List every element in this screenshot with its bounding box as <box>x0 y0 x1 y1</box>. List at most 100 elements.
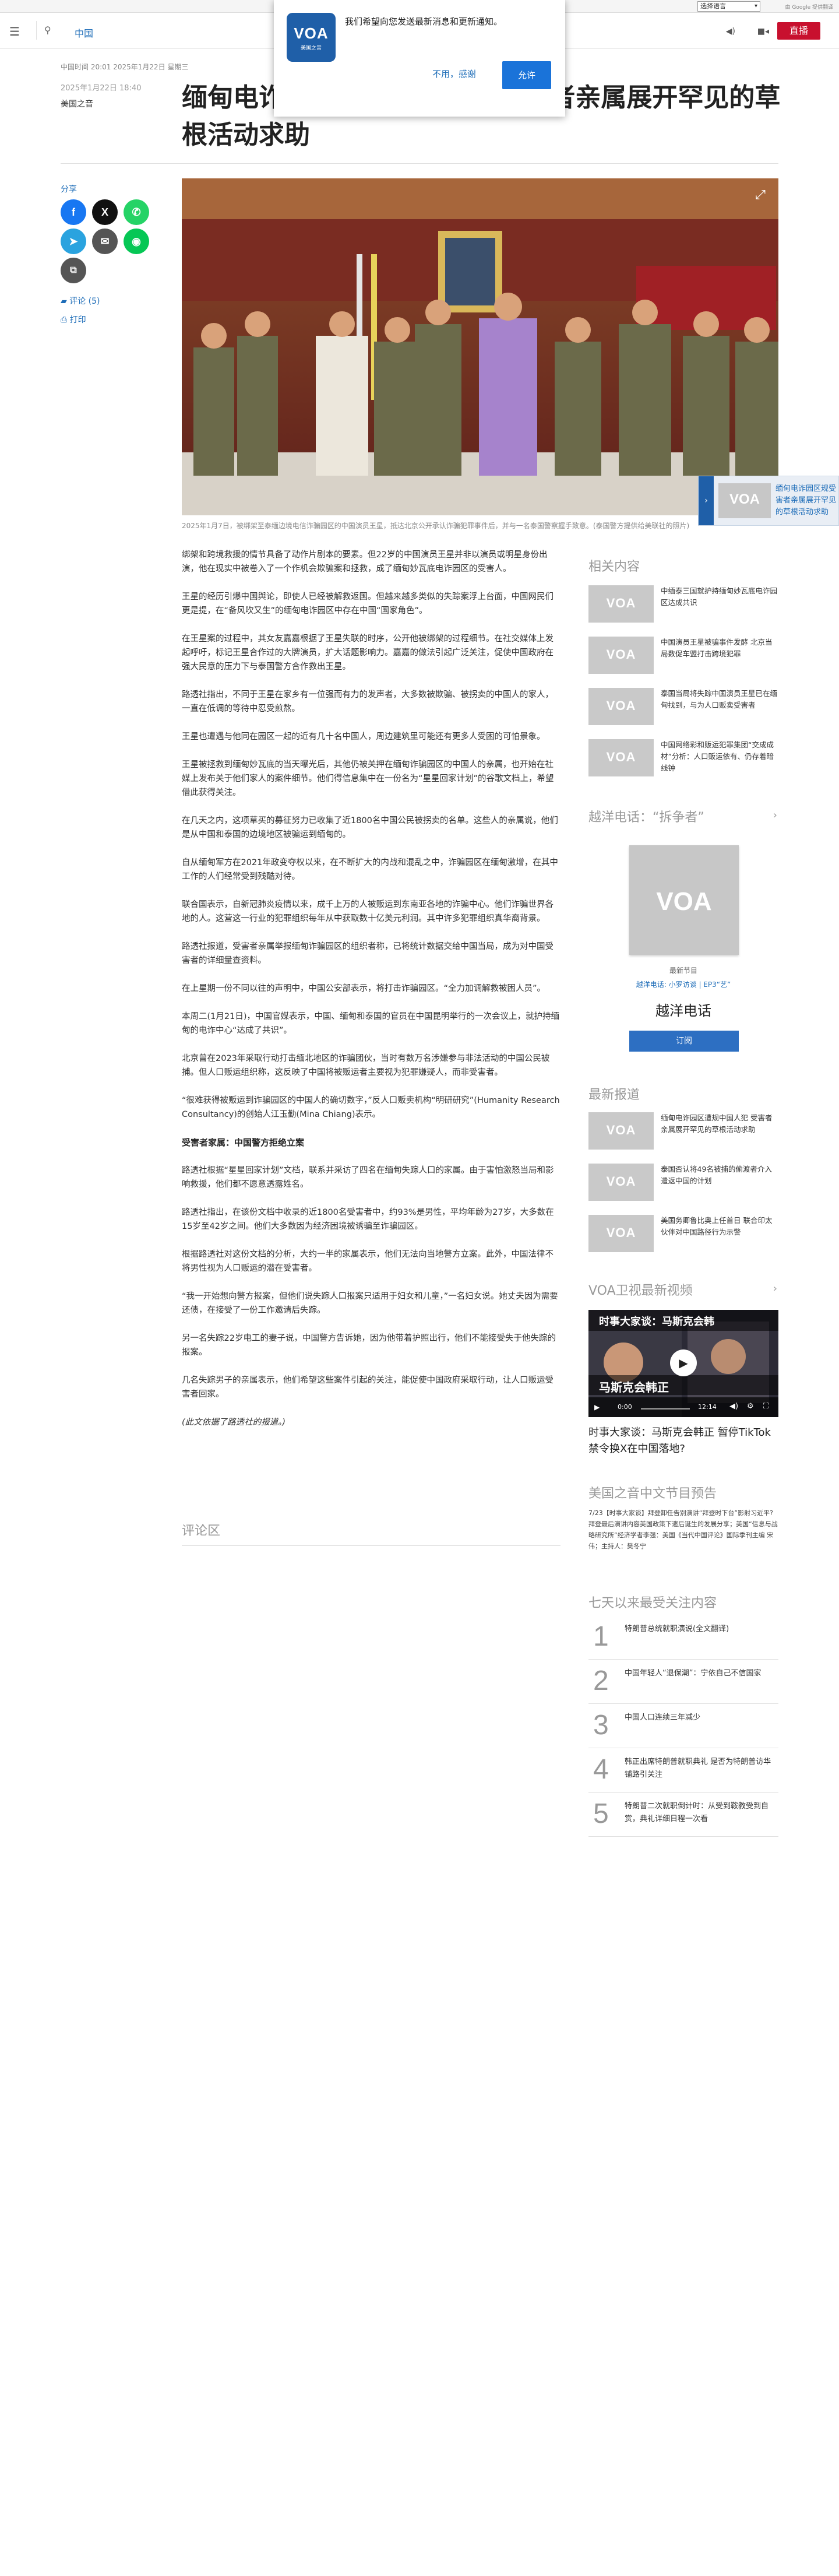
latest-item-title[interactable]: 缅甸电诈园区遭规中国人犯 受害者亲属展开罕见的草根活动求助 <box>661 1112 777 1136</box>
telegram-share-icon[interactable]: ➤ <box>61 229 86 254</box>
decline-button[interactable]: 不用，感谢 <box>432 68 476 80</box>
latest-thumbnail: VOA <box>588 1215 654 1252</box>
thumbnail-logo: VOA <box>606 750 636 764</box>
podcast-section-title[interactable]: 越洋电话：“拆争者” › <box>588 807 778 825</box>
related-item[interactable]: VOA 中国演员王星被骗事件发酵 北京当局数促车盟打击跨境犯罪 <box>588 637 778 679</box>
most-read-item[interactable]: 3 中国人口连续三年减少 <box>588 1709 778 1751</box>
related-item[interactable]: VOA 泰国当局将失踪中国演员王星已在缅甸找到，与为人口贩卖受害者 <box>588 688 778 730</box>
chevron-right-icon: › <box>773 1282 777 1295</box>
volume-icon[interactable]: ◀) <box>729 1402 738 1411</box>
language-select[interactable]: 选择语言 <box>697 1 760 12</box>
print-icon: ⎙ <box>61 315 70 325</box>
floating-title[interactable]: 缅甸电诈园区规受害者亲属展开罕见的草根活动求助 <box>775 483 838 518</box>
most-read-title-link[interactable]: 中国年轻人“退保潮”：宁依自己不信国家 <box>625 1667 778 1680</box>
related-thumbnail: VOA <box>588 585 654 623</box>
most-read-divider <box>588 1703 778 1704</box>
video-section-label: VOA卫视最新视频 <box>588 1284 693 1298</box>
podcast-cover[interactable]: VOA <box>629 845 739 955</box>
article-paragraph: 绑架和跨境救援的情节具备了动作片剧本的要素。但22岁的中国演员王星并非以演员或明… <box>182 550 548 574</box>
player-play-icon[interactable]: ▶ <box>594 1403 600 1411</box>
most-read-rank: 1 <box>593 1621 609 1652</box>
video-overlay-caption: 马斯克会韩正 <box>599 1380 669 1394</box>
preview-text: 7/23【时事大家谈】拜登卸任告别演讲“拜登时下台”影射习近平? 拜登最后演讲内… <box>588 1509 778 1550</box>
settings-icon[interactable]: ⚙ <box>747 1402 754 1411</box>
podcast-cover-logo: VOA <box>656 887 712 916</box>
article-paragraph: 王星也遭遇与他同在园区一起的近有几十名中国人，周边建筑里可能还有更多人受困的可怕… <box>182 732 545 741</box>
photo-caption: 2025年1月7日，被绑架至泰缅边境电信诈骗园区的中国演员王星，抵达北京公开承认… <box>182 522 690 530</box>
most-read-item[interactable]: 4 韩正出席特朗普就职典礼 是否为特朗普访华铺路引关注 <box>588 1753 778 1795</box>
comments-area-title: 评论区 <box>182 1520 560 1546</box>
audio-icon[interactable]: ◀) <box>726 27 735 36</box>
line-share-icon[interactable]: ◉ <box>124 229 149 254</box>
most-read-title-link[interactable]: 中国人口连续三年减少 <box>625 1712 778 1724</box>
thumbnail-logo: VOA <box>606 698 636 713</box>
article-paragraph: 根据路透社对这份文档的分析，大约一半的家属表示，他们无法向当地警方立案。此外，中… <box>182 1250 554 1273</box>
latest-item[interactable]: VOA 美国务卿鲁比奥上任首日 联合印太伙伴对中国路径行为示警 <box>588 1215 778 1257</box>
article-paragraph: 在王星案的过程中，其女友嘉嘉根据了王星失联的时序，公开他被绑架的过程细节。在社交… <box>182 634 554 672</box>
latest-item[interactable]: VOA 泰国否认将49名被捕的偷渡者介入遣返中国的计划 <box>588 1164 778 1206</box>
video-section-title[interactable]: VOA卫视最新视频 › <box>588 1280 778 1299</box>
facebook-share-icon[interactable]: f <box>61 199 86 225</box>
print-link[interactable]: ⎙ 打印 <box>61 314 86 325</box>
latest-item[interactable]: VOA 缅甸电诈园区遭规中国人犯 受害者亲属展开罕见的草根活动求助 <box>588 1112 778 1154</box>
podcast-episode[interactable]: 越洋电话: 小罗访谈 | EP3“艺” <box>588 979 778 989</box>
video-player[interactable]: 时事大家谈：马斯克会韩 马斯克会韩正 ▶ ▶ 0:00 12:14 ◀) ⚙ ⛶ <box>588 1310 778 1417</box>
logo-subtext: 美国之音 <box>300 45 322 51</box>
video-progress-track[interactable] <box>641 1408 690 1410</box>
article-source-note: (此文依据了路透社的报道。) <box>182 1418 286 1427</box>
comments-link[interactable]: ▰ 评论 (5) <box>61 295 100 307</box>
video-icon[interactable]: ■◂ <box>757 27 769 36</box>
article-paragraph: 北京曾在2023年采取行动打击缅北地区的诈骗团伙，当时有数万名涉嫌参与非法活动的… <box>182 1054 550 1077</box>
expand-icon[interactable]: ⤢ <box>752 188 769 205</box>
email-share-icon[interactable]: ✉ <box>92 229 118 254</box>
video-headline[interactable]: 时事大家谈：马斯克会韩正 暂停TikTok禁令换X在中国落地? <box>588 1425 778 1457</box>
chevron-right-icon[interactable]: › <box>699 476 714 525</box>
related-item-title[interactable]: 中缅泰三国就护持缅甸妙瓦底电诈园区达成共识 <box>661 585 777 609</box>
live-button[interactable]: 直播 <box>777 22 820 40</box>
article-date: 2025年1月22日 18:40 <box>61 84 142 93</box>
latest-item-title[interactable]: 美国务卿鲁比奥上任首日 联合印太伙伴对中国路径行为示警 <box>661 1215 777 1238</box>
section-link[interactable]: 中国 <box>75 26 93 40</box>
most-read-divider <box>588 1836 778 1837</box>
most-read-title-link[interactable]: 特朗普总统就职演说(全文翻译) <box>625 1623 778 1636</box>
whatsapp-share-icon[interactable]: ✆ <box>124 199 149 225</box>
podcast-category: 最新节目 <box>669 967 697 975</box>
most-read-rank: 3 <box>593 1710 609 1741</box>
related-item[interactable]: VOA 中国网络彩和贩运犯罪集团“交成成材”分析：人口贩运依有、仍存着暗线钟 <box>588 739 778 781</box>
most-read-title-link[interactable]: 特朗普二次就职倒计时：从受到鞍教受到自赏，典礼详细日程一次看 <box>625 1800 778 1826</box>
article-paragraph: 王星的经历引爆中国舆论，即使人已经被解救返国。但越来越多类似的失踪案浮上台面，中… <box>182 592 554 616</box>
related-item[interactable]: VOA 中缅泰三国就护持缅甸妙瓦底电诈园区达成共识 <box>588 585 778 627</box>
article-paragraph: 本周二(1月21日)，中国官媒表示，中国、缅甸和泰国的官员在中国昆明举行的一次会… <box>182 1012 559 1035</box>
related-thumbnail: VOA <box>588 688 654 725</box>
article-paragraph: 在几天之内，这项草买的募征努力已收集了近1800名中国公民被拐卖的名单。这些人的… <box>182 816 558 839</box>
latest-item-title[interactable]: 泰国否认将49名被捕的偷渡者介入遣返中国的计划 <box>661 1164 777 1187</box>
logo-text: VOA <box>294 24 329 42</box>
search-icon[interactable]: ⚲ <box>44 24 51 36</box>
floating-now-playing[interactable]: › VOA 缅甸电诈园区规受害者亲属展开罕见的草根活动求助 <box>698 476 839 526</box>
accept-button[interactable]: 允许 <box>502 61 551 89</box>
most-read-item[interactable]: 5 特朗普二次就职倒计时：从受到鞍教受到自赏，典礼详细日程一次看 <box>588 1798 778 1840</box>
related-thumbnail: VOA <box>588 739 654 776</box>
x-share-icon[interactable]: X <box>92 199 118 225</box>
voa-logo: VOA 美国之音 <box>287 13 336 62</box>
most-read-item[interactable]: 1 特朗普总统就职演说(全文翻译) <box>588 1621 778 1663</box>
subscribe-button[interactable]: 订阅 <box>629 1031 739 1052</box>
article-author[interactable]: 美国之音 <box>61 98 171 110</box>
most-read-title-link[interactable]: 韩正出席特朗普就职典礼 是否为特朗普访华铺路引关注 <box>625 1756 778 1781</box>
copy-link-icon[interactable]: ⧉ <box>61 258 86 283</box>
fullscreen-icon[interactable]: ⛶ <box>763 1402 769 1411</box>
article-photo[interactable] <box>182 178 778 515</box>
menu-icon[interactable]: ☰ <box>9 24 20 38</box>
related-item-title[interactable]: 中国演员王星被骗事件发酵 北京当局数促车盟打击跨境犯罪 <box>661 637 777 660</box>
article-body: 绑架和跨境救援的情节具备了动作片剧本的要素。但22岁的中国演员王星并非以演员或明… <box>182 548 560 1443</box>
most-read-rank: 4 <box>593 1754 609 1785</box>
most-read-item[interactable]: 2 中国年轻人“退保潮”：宁依自己不信国家 <box>588 1665 778 1707</box>
related-item-title[interactable]: 中国网络彩和贩运犯罪集团“交成成材”分析：人口贩运依有、仍存着暗线钟 <box>661 739 777 774</box>
title-divider <box>61 163 778 164</box>
chevron-right-icon: › <box>773 809 777 821</box>
article-photo-illustration <box>182 178 778 515</box>
related-item-title[interactable]: 泰国当局将失踪中国演员王星已在缅甸找到，与为人口贩卖受害者 <box>661 688 777 711</box>
video-time-current: 0:00 <box>618 1403 632 1411</box>
play-icon[interactable]: ▶ <box>670 1349 697 1376</box>
header-divider <box>36 21 37 40</box>
